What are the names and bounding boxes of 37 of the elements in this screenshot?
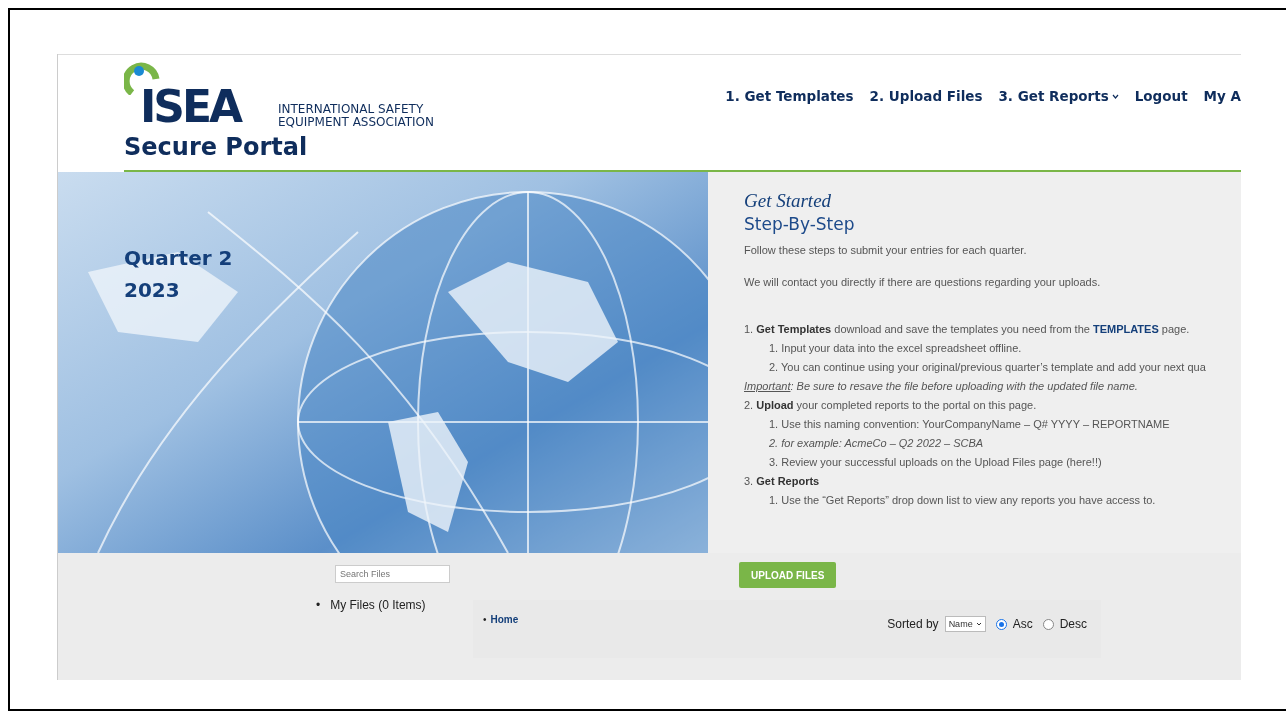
section-heading: Step-By-Step [744, 214, 855, 234]
nav-link[interactable]: 3. Get Reports [998, 88, 1119, 104]
portal-title: Secure Portal [124, 135, 308, 159]
caret-icon [1111, 93, 1119, 99]
substep-text: 1. Use this naming convention: YourCompanyName – Q# YYYY – REPORTNAME [768, 417, 1170, 432]
radio-button[interactable] [1042, 618, 1054, 630]
quarter-title: Quarter 2 2023 [124, 245, 233, 304]
note-text: Important: Be sure to resave the file before uploading with the updated file name. [744, 379, 1138, 394]
nav-link[interactable]: 2. Upload Files [869, 88, 983, 104]
intro-text: We will contact you directly if there are questions regarding your uploads. [744, 276, 1101, 288]
bullet-mark: • [316, 597, 321, 613]
caret-icon [975, 622, 982, 626]
organization-name: INTERNATIONAL SAFETY EQUIPMENT ASSOCIATION [278, 103, 435, 131]
step-text: 2. Upload your completed reports to the portal on this page. [744, 398, 1037, 413]
radio-label: Desc [1059, 617, 1087, 631]
step-text: 1. Get Templates download and save the templates you need from the TEMPLATES page. [744, 322, 1190, 337]
radio-button[interactable] [995, 618, 1007, 630]
nav-link[interactable]: Logout [1134, 88, 1188, 104]
substep-text: 3. Review your successful uploads on the Upload Files page (here!!) [768, 455, 1102, 470]
substep-text: 2. You can continue using your original/previous quarter’s template and add your next qua [768, 360, 1206, 375]
templates-link[interactable]: TEMPLATES [1092, 323, 1159, 335]
sort-label: Sorted by [887, 617, 939, 631]
radio-label: Asc [1012, 617, 1033, 631]
breadcrumb-link[interactable]: Home [490, 613, 519, 626]
substep-text: 1. Use the “Get Reports” drop down list to view any reports you have access to. [768, 493, 1156, 508]
substep-text: 2. for example: AcmeCo – Q2 2022 – SCBA [768, 436, 984, 451]
folder-item[interactable]: My Files (0 Items) [330, 597, 426, 613]
search-field[interactable]: Search Files [335, 565, 450, 583]
intro-text: Follow these steps to submit your entries for each quarter. [744, 244, 1027, 256]
substep-text: 1. Input your data into the excel spreadsheet offline. [768, 341, 1022, 356]
logo-wordmark: ISEA [140, 85, 241, 129]
bullet-mark: • [483, 613, 487, 626]
script-heading: Get Started [744, 190, 832, 212]
sort-select[interactable]: Name [944, 616, 986, 632]
nav-link[interactable]: 1. Get Templates [725, 88, 854, 104]
step-text: 3. Get Reports [744, 474, 820, 489]
nav-link[interactable]: My A [1203, 88, 1241, 104]
